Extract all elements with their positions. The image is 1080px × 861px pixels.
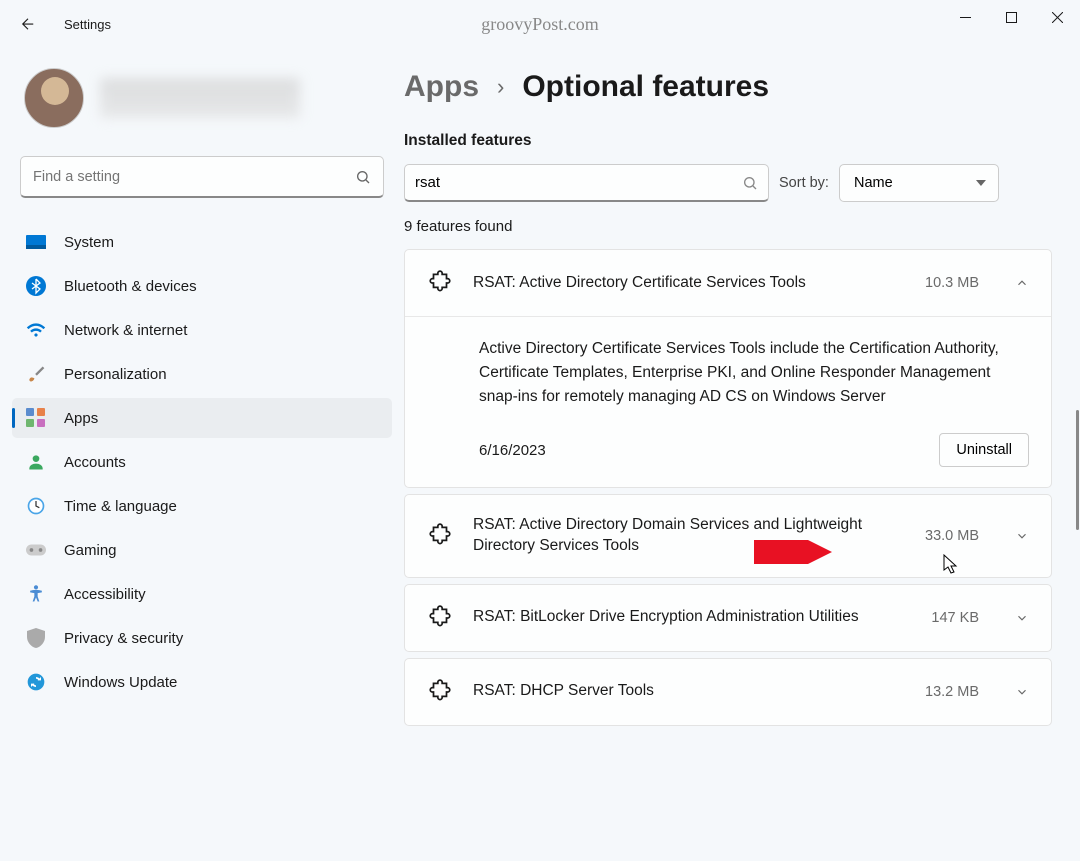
feature-header[interactable]: RSAT: DHCP Server Tools 13.2 MB	[405, 659, 1051, 725]
feature-name: RSAT: DHCP Server Tools	[473, 681, 905, 702]
feature-name: RSAT: Active Directory Certificate Servi…	[473, 273, 905, 294]
nav-network[interactable]: Network & internet	[12, 310, 392, 350]
sort-by-label: Sort by:	[779, 175, 829, 191]
nav-label: Privacy & security	[64, 630, 183, 647]
puzzle-icon	[427, 270, 453, 296]
update-icon	[26, 672, 46, 692]
brush-icon	[26, 364, 46, 384]
nav-privacy[interactable]: Privacy & security	[12, 618, 392, 658]
nav-accounts[interactable]: Accounts	[12, 442, 392, 482]
apps-icon	[26, 408, 46, 428]
feature-card: RSAT: BitLocker Drive Encryption Adminis…	[404, 584, 1052, 652]
chevron-up-icon	[1015, 276, 1029, 290]
settings-search-input[interactable]	[33, 169, 355, 185]
sort-select[interactable]: Name	[839, 164, 999, 202]
settings-search[interactable]	[20, 156, 384, 198]
puzzle-icon	[427, 605, 453, 631]
feature-card: RSAT: Active Directory Domain Services a…	[404, 494, 1052, 578]
feature-card: RSAT: DHCP Server Tools 13.2 MB	[404, 658, 1052, 726]
feature-size: 10.3 MB	[925, 275, 979, 291]
feature-name: RSAT: BitLocker Drive Encryption Adminis…	[473, 607, 911, 628]
sidebar: System Bluetooth & devices Network & int…	[0, 48, 404, 861]
nav-label: Time & language	[64, 498, 177, 515]
nav-time-language[interactable]: Time & language	[12, 486, 392, 526]
feature-filter[interactable]	[404, 164, 769, 202]
feature-footer: 6/16/2023 Uninstall	[479, 433, 1029, 467]
nav-label: Personalization	[64, 366, 167, 383]
minimize-button[interactable]	[942, 0, 988, 34]
installed-features-heading: Installed features	[404, 132, 1052, 150]
nav-bluetooth[interactable]: Bluetooth & devices	[12, 266, 392, 306]
chevron-down-icon	[1015, 685, 1029, 699]
nav-label: Windows Update	[64, 674, 177, 691]
feature-name: RSAT: Active Directory Domain Services a…	[473, 515, 905, 557]
nav-label: Accounts	[64, 454, 126, 471]
result-count: 9 features found	[404, 218, 1052, 235]
breadcrumb: Apps › Optional features	[404, 70, 1052, 104]
person-icon	[26, 452, 46, 472]
nav-label: Apps	[64, 410, 98, 427]
feature-detail: Active Directory Certificate Services To…	[405, 316, 1051, 487]
feature-size: 13.2 MB	[925, 684, 979, 700]
bluetooth-icon	[26, 276, 46, 296]
close-button[interactable]	[1034, 0, 1080, 34]
nav-label: Bluetooth & devices	[64, 278, 197, 295]
breadcrumb-parent[interactable]: Apps	[404, 70, 479, 104]
feature-card: RSAT: Active Directory Certificate Servi…	[404, 249, 1052, 488]
maximize-button[interactable]	[988, 0, 1034, 34]
search-icon	[355, 169, 371, 185]
shield-icon	[26, 628, 46, 648]
nav-label: Network & internet	[64, 322, 187, 339]
minimize-icon	[960, 12, 971, 23]
wifi-icon	[26, 320, 46, 340]
maximize-icon	[1006, 12, 1017, 23]
gamepad-icon	[26, 540, 46, 560]
window-title: Settings	[64, 17, 111, 32]
feature-filter-input[interactable]	[415, 174, 742, 191]
profile-name-blurred	[100, 78, 300, 118]
nav-system[interactable]: System	[12, 222, 392, 262]
feature-size: 147 KB	[931, 610, 979, 626]
feature-header[interactable]: RSAT: Active Directory Certificate Servi…	[405, 250, 1051, 316]
puzzle-icon	[427, 679, 453, 705]
system-icon	[26, 232, 46, 252]
feature-header[interactable]: RSAT: BitLocker Drive Encryption Adminis…	[405, 585, 1051, 651]
nav-label: Accessibility	[64, 586, 146, 603]
search-icon	[742, 175, 758, 191]
nav-accessibility[interactable]: Accessibility	[12, 574, 392, 614]
accessibility-icon	[26, 584, 46, 604]
feature-description: Active Directory Certificate Services To…	[479, 337, 1029, 409]
scrollbar-thumb[interactable]	[1076, 410, 1079, 530]
nav-personalization[interactable]: Personalization	[12, 354, 392, 394]
clock-icon	[26, 496, 46, 516]
puzzle-icon	[427, 523, 453, 549]
chevron-down-icon	[1015, 529, 1029, 543]
nav-windows-update[interactable]: Windows Update	[12, 662, 392, 702]
window-controls	[942, 0, 1080, 34]
feature-install-date: 6/16/2023	[479, 442, 546, 459]
chevron-right-icon: ›	[497, 74, 504, 100]
feature-size: 33.0 MB	[925, 528, 979, 544]
close-icon	[1052, 12, 1063, 23]
nav-label: System	[64, 234, 114, 251]
uninstall-button[interactable]: Uninstall	[939, 433, 1029, 467]
watermark-text: groovyPost.com	[481, 14, 599, 35]
avatar	[24, 68, 84, 128]
arrow-left-icon	[19, 15, 37, 33]
filter-row: Sort by: Name	[404, 164, 1052, 202]
main-content: Apps › Optional features Installed featu…	[404, 48, 1080, 861]
nav-apps[interactable]: Apps	[12, 398, 392, 438]
nav-gaming[interactable]: Gaming	[12, 530, 392, 570]
feature-header[interactable]: RSAT: Active Directory Domain Services a…	[405, 495, 1051, 577]
nav-label: Gaming	[64, 542, 117, 559]
sort-value: Name	[854, 175, 893, 191]
chevron-down-icon	[1015, 611, 1029, 625]
titlebar: Settings groovyPost.com	[0, 0, 1080, 48]
nav-list: System Bluetooth & devices Network & int…	[12, 222, 392, 702]
profile-section[interactable]	[12, 48, 392, 156]
back-button[interactable]	[8, 4, 48, 44]
breadcrumb-current: Optional features	[522, 70, 769, 104]
